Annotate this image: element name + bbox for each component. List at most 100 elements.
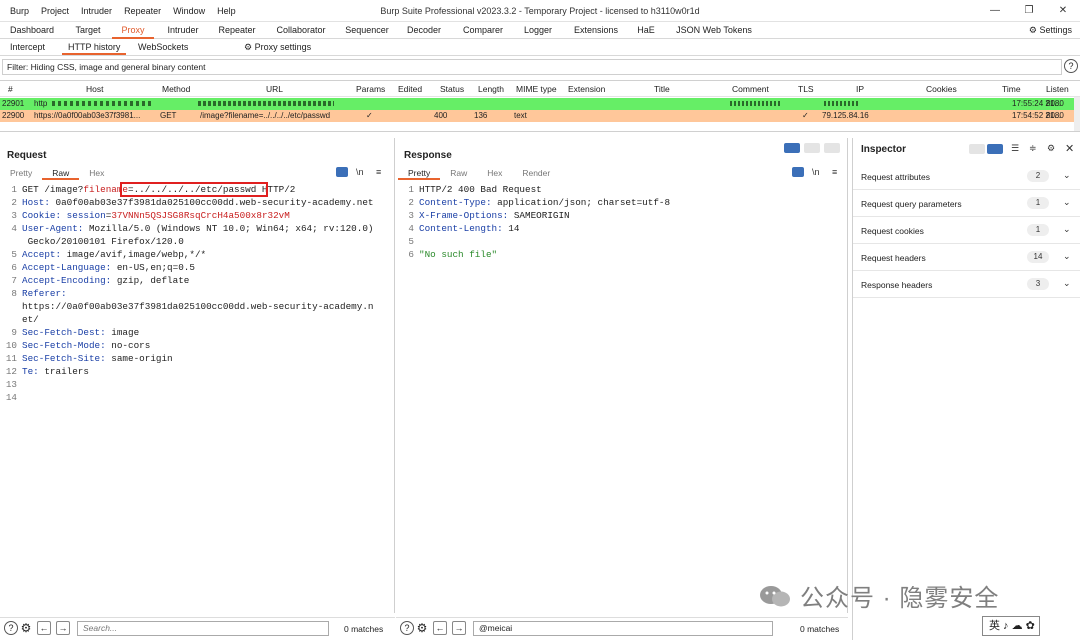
col-title[interactable]: Title bbox=[654, 84, 670, 94]
inspector-request-cookies[interactable]: Request cookies 1 ⌄ bbox=[853, 217, 1080, 244]
gear-icon[interactable]: ⚙ bbox=[1047, 143, 1055, 154]
sort-icon[interactable]: ☰ bbox=[1011, 143, 1019, 154]
chevron-down-icon[interactable]: ⌄ bbox=[1063, 278, 1071, 289]
col-cookies[interactable]: Cookies bbox=[926, 84, 957, 94]
wrap-toggle-icon[interactable] bbox=[336, 167, 348, 177]
row-url: /image?filename=../../../../etc/passwd bbox=[200, 111, 331, 120]
col-status[interactable]: Status bbox=[440, 84, 464, 94]
col-ip[interactable]: IP bbox=[856, 84, 864, 94]
col-comment[interactable]: Comment bbox=[732, 84, 769, 94]
tab-hex[interactable]: Hex bbox=[79, 166, 114, 180]
request-editor[interactable]: 1 GET /image?filename=../../../../etc/pas… bbox=[5, 183, 393, 404]
newline-toggle-icon[interactable]: \n bbox=[812, 167, 820, 177]
table-row[interactable]: 22900 https://0a0f00ab03e37f3981... GET … bbox=[0, 110, 1074, 122]
tab-collaborator[interactable]: Collaborator bbox=[268, 22, 334, 39]
table-row[interactable]: 22901 http 17:55:24 21... 8080 bbox=[0, 98, 1074, 110]
col-host[interactable]: Host bbox=[86, 84, 103, 94]
proxy-settings-label: Proxy settings bbox=[254, 42, 312, 52]
col-url[interactable]: URL bbox=[266, 84, 283, 94]
tab-hae[interactable]: HaE bbox=[632, 22, 660, 39]
chevron-down-icon[interactable]: ⌄ bbox=[1063, 170, 1071, 181]
chevron-down-icon[interactable]: ⌄ bbox=[1063, 197, 1071, 208]
collapse-icon[interactable]: ≑ bbox=[1029, 143, 1037, 154]
layout-list-icon[interactable] bbox=[969, 144, 985, 154]
menu-burp[interactable]: Burp bbox=[10, 6, 29, 16]
tab-raw[interactable]: Raw bbox=[42, 166, 80, 180]
help-icon[interactable]: ? bbox=[4, 621, 18, 635]
arrow-right-icon[interactable]: → bbox=[452, 621, 466, 635]
inspector-request-query-parameters[interactable]: Request query parameters 1 ⌄ bbox=[853, 190, 1080, 217]
tab-json-web-tokens[interactable]: JSON Web Tokens bbox=[672, 22, 756, 39]
tab-dashboard[interactable]: Dashboard bbox=[4, 22, 60, 39]
col-time[interactable]: Time bbox=[1002, 84, 1021, 94]
layout-split-icon[interactable] bbox=[784, 143, 800, 153]
col-length[interactable]: Length bbox=[478, 84, 504, 94]
tab-http-history[interactable]: HTTP history bbox=[62, 39, 127, 55]
tab-raw[interactable]: Raw bbox=[440, 166, 477, 180]
close-icon[interactable]: ✕ bbox=[1065, 142, 1074, 155]
col-tls[interactable]: TLS bbox=[798, 84, 814, 94]
chevron-down-icon[interactable]: ⌄ bbox=[1063, 251, 1071, 262]
tab-target[interactable]: Target bbox=[62, 22, 114, 39]
tab-logger[interactable]: Logger bbox=[518, 22, 558, 39]
layout-panel-icon[interactable] bbox=[987, 144, 1003, 154]
settings-button[interactable]: ⚙ Settings bbox=[1029, 22, 1072, 39]
col-method[interactable]: Method bbox=[162, 84, 190, 94]
col-mime-type[interactable]: MIME type bbox=[516, 84, 557, 94]
layout-horizontal-icon[interactable] bbox=[804, 143, 820, 153]
response-editor[interactable]: 1 HTTP/2 400 Bad Request 2 Content-Type: a… bbox=[402, 183, 842, 261]
chevron-down-icon[interactable]: ⌄ bbox=[1063, 224, 1071, 235]
tab-sequencer[interactable]: Sequencer bbox=[344, 22, 390, 39]
arrow-left-icon[interactable]: ← bbox=[37, 621, 51, 635]
col-extension[interactable]: Extension bbox=[568, 84, 605, 94]
row-tls: ✓ bbox=[802, 111, 809, 120]
tab-intruder[interactable]: Intruder bbox=[158, 22, 208, 39]
tab-decoder[interactable]: Decoder bbox=[404, 22, 444, 39]
help-icon[interactable]: ? bbox=[400, 621, 414, 635]
tab-pretty[interactable]: Pretty bbox=[398, 166, 441, 180]
tab-proxy-settings[interactable]: ⚙ Proxy settings bbox=[244, 39, 318, 55]
col-num[interactable]: # bbox=[8, 84, 13, 94]
col-edited[interactable]: Edited bbox=[398, 84, 422, 94]
search-input[interactable]: Search... bbox=[77, 621, 329, 636]
newline-toggle-icon[interactable]: \n bbox=[356, 167, 364, 177]
col-params[interactable]: Params bbox=[356, 84, 385, 94]
maximize-icon[interactable]: ❐ bbox=[1012, 0, 1046, 22]
tab-comparer[interactable]: Comparer bbox=[460, 22, 506, 39]
table-row[interactable] bbox=[0, 122, 1074, 131]
arrow-right-icon[interactable]: → bbox=[56, 621, 70, 635]
menu-project[interactable]: Project bbox=[41, 6, 69, 16]
filter-bar[interactable]: Filter: Hiding CSS, image and general bi… bbox=[2, 59, 1062, 75]
tab-intercept[interactable]: Intercept bbox=[10, 39, 45, 55]
help-icon[interactable]: ? bbox=[1064, 59, 1078, 73]
tab-repeater[interactable]: Repeater bbox=[214, 22, 260, 39]
tab-extensions[interactable]: Extensions bbox=[568, 22, 624, 39]
menu-icon[interactable]: ≡ bbox=[376, 167, 381, 177]
search-input[interactable]: @meicai bbox=[473, 621, 773, 636]
close-icon[interactable]: ✕ bbox=[1046, 0, 1080, 22]
menu-intruder[interactable]: Intruder bbox=[81, 6, 112, 16]
menu-icon[interactable]: ≡ bbox=[832, 167, 837, 177]
gear-icon[interactable]: ⚙ bbox=[19, 621, 33, 635]
arrow-left-icon[interactable]: ← bbox=[433, 621, 447, 635]
tab-websockets-history[interactable]: WebSockets history bbox=[138, 39, 216, 55]
tab-render[interactable]: Render bbox=[512, 166, 560, 180]
layout-tabs-icon[interactable] bbox=[824, 143, 840, 153]
inspector-request-headers[interactable]: Request headers 14 ⌄ bbox=[853, 244, 1080, 271]
menu-repeater[interactable]: Repeater bbox=[124, 6, 161, 16]
row-host: https://0a0f00ab03e37f3981... bbox=[34, 111, 141, 120]
inspector-response-headers[interactable]: Response headers 3 ⌄ bbox=[853, 271, 1080, 298]
col-listen[interactable]: Listen bbox=[1046, 84, 1069, 94]
tab-hex[interactable]: Hex bbox=[477, 166, 512, 180]
response-search-bar: ? ⚙ ← → @meicai 0 matches bbox=[396, 617, 848, 639]
menu-bar: Burp Project Intruder Repeater Window He… bbox=[4, 0, 242, 22]
minimize-icon[interactable]: — bbox=[978, 0, 1012, 22]
menu-window[interactable]: Window bbox=[173, 6, 205, 16]
menu-help[interactable]: Help bbox=[217, 6, 236, 16]
wrap-toggle-icon[interactable] bbox=[792, 167, 804, 177]
table-scrollbar[interactable] bbox=[1074, 97, 1080, 131]
tab-proxy[interactable]: Proxy bbox=[112, 22, 154, 39]
tab-pretty[interactable]: Pretty bbox=[0, 166, 42, 180]
gear-icon[interactable]: ⚙ bbox=[415, 621, 429, 635]
inspector-request-attributes[interactable]: Request attributes 2 ⌄ bbox=[853, 163, 1080, 190]
